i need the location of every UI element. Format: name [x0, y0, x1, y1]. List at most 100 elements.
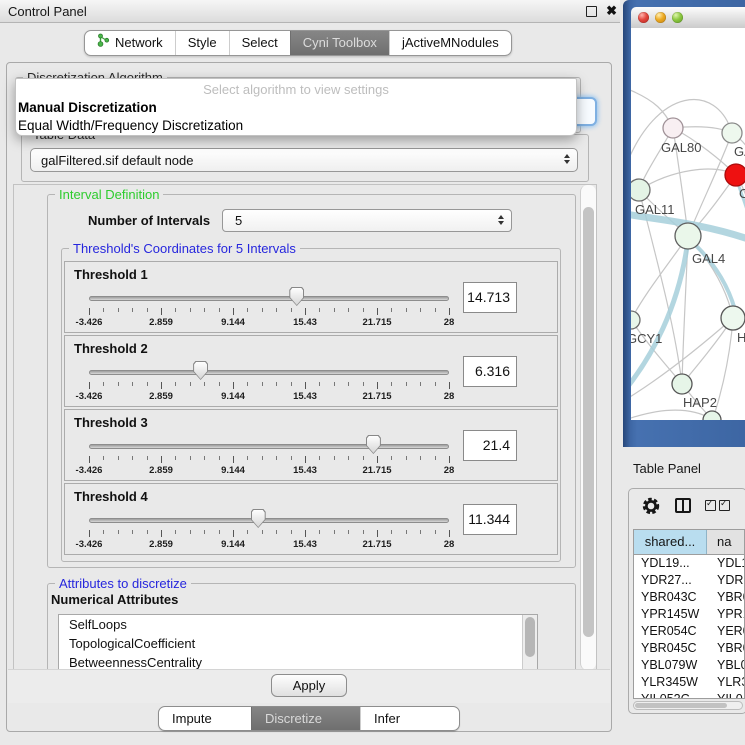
slider-track[interactable] — [89, 444, 449, 449]
slider-tick — [118, 456, 119, 460]
column-header-name[interactable]: na — [707, 530, 744, 554]
slider-tick — [89, 382, 90, 389]
slider-tick-label: 9.144 — [221, 391, 245, 402]
slider-tick — [276, 382, 277, 386]
network-node-hap2[interactable] — [672, 374, 692, 394]
network-node-gcy1[interactable] — [631, 311, 640, 329]
table-panel: shared... na YDL19...YDL1YDR27...YDR2YBR… — [628, 488, 745, 714]
slider-thumb[interactable] — [366, 435, 381, 454]
slider-thumb[interactable] — [193, 361, 208, 380]
slider-tick — [406, 308, 407, 312]
apply-button[interactable]: Apply — [271, 674, 347, 697]
close-icon[interactable]: ✖ — [606, 5, 617, 17]
tab-network[interactable]: Network — [85, 31, 175, 55]
float-window-icon[interactable] — [586, 6, 597, 17]
tab-cyni-toolbox[interactable]: Cyni Toolbox — [290, 31, 389, 55]
number-of-intervals-label: Number of Intervals — [88, 213, 210, 228]
table-row[interactable]: YIL052CYIL0 — [634, 691, 744, 699]
network-window-titlebar[interactable] — [631, 7, 745, 29]
table-data-group: Table Data galFiltered.sif default node — [21, 134, 589, 182]
slider-tick — [175, 456, 176, 460]
apply-bar: Apply — [8, 669, 610, 703]
table-data-combobox[interactable]: galFiltered.sif default node — [30, 148, 578, 172]
cell-shared-name: YIL052C — [634, 691, 706, 699]
panel-vertical-scrollbar[interactable] — [580, 185, 596, 670]
spinner-arrows-icon[interactable] — [498, 215, 504, 225]
table-row[interactable]: YBR043CYBR0 — [634, 589, 744, 606]
threshold-label: Threshold 3 — [74, 415, 148, 430]
threshold-value-field[interactable]: 11.344 — [463, 504, 517, 535]
table-panel-title: Table Panel — [633, 461, 701, 476]
slider-tick-label: 9.144 — [221, 465, 245, 476]
table-row[interactable]: YBR045CYBR0 — [634, 640, 744, 657]
close-traffic-light[interactable] — [638, 12, 649, 23]
tab-style[interactable]: Style — [175, 31, 229, 55]
cell-name: YIL0 — [706, 691, 744, 699]
slider-tick — [190, 456, 191, 460]
slider-track[interactable] — [89, 296, 449, 301]
table-row[interactable]: YLR345WYLR3 — [634, 674, 744, 691]
select-columns-checkboxes-icon[interactable] — [705, 500, 730, 511]
slider-tick — [247, 456, 248, 460]
attribute-item-betweennesscentrality[interactable]: BetweennessCentrality — [59, 653, 537, 670]
zoom-traffic-light[interactable] — [672, 12, 683, 23]
numerical-attributes-list[interactable]: SelfLoopsTopologicalCoefficientBetweenne… — [58, 614, 538, 670]
threshold-value-field[interactable]: 6.316 — [463, 356, 517, 387]
slider-tick-label: 9.144 — [221, 317, 245, 328]
network-node-gal80[interactable] — [663, 118, 683, 138]
slider-track[interactable] — [89, 518, 449, 523]
slider-tick — [449, 308, 450, 315]
tab-impute-data[interactable]: Impute Data — [159, 707, 251, 730]
table-row[interactable]: YDR27...YDR2 — [634, 572, 744, 589]
attributes-list-scrollbar-thumb[interactable] — [525, 617, 535, 657]
slider-track[interactable] — [89, 370, 449, 375]
tab-infer-network[interactable]: Infer Network — [360, 707, 459, 730]
slider-tick-label: 21.715 — [362, 391, 391, 402]
network-node-gal11[interactable] — [631, 179, 650, 201]
slider-tick — [219, 530, 220, 534]
tab-jactivemnodules[interactable]: jActiveMNodules — [389, 31, 511, 55]
slider-tick — [363, 456, 364, 460]
slider-tick — [118, 382, 119, 386]
network-node-ga[interactable] — [722, 123, 742, 143]
settings-gear-icon[interactable] — [641, 496, 661, 516]
threshold-value-field[interactable]: 14.713 — [463, 282, 517, 313]
minimize-traffic-light[interactable] — [655, 12, 666, 23]
table-horizontal-scrollbar[interactable] — [633, 701, 743, 710]
attributes-list-scrollbar[interactable] — [522, 615, 537, 669]
slider-tick — [391, 308, 392, 312]
algorithm-option-equal-width-frequency-discretization[interactable]: Equal Width/Frequency Discretization — [16, 117, 576, 135]
table-row[interactable]: YDL19...YDL1 — [634, 555, 744, 572]
network-node-c[interactable] — [725, 164, 745, 186]
tab-select[interactable]: Select — [229, 31, 290, 55]
tab-label: Cyni Toolbox — [303, 31, 377, 55]
threshold-value-field[interactable]: 21.4 — [463, 430, 517, 461]
network-node-gal4[interactable] — [675, 223, 701, 249]
network-node-h[interactable] — [721, 306, 745, 330]
column-chooser-icon[interactable] — [675, 498, 691, 513]
column-header-shared-name[interactable]: shared... — [634, 530, 707, 554]
table-row[interactable]: YER054CYER0 — [634, 623, 744, 640]
table-row[interactable]: YBL079WYBL0 — [634, 657, 744, 674]
attribute-item-topologicalcoefficient[interactable]: TopologicalCoefficient — [59, 634, 537, 653]
slider-tick — [161, 308, 162, 315]
slider-tick — [204, 456, 205, 460]
slider-tick — [348, 382, 349, 386]
slider-tick — [219, 456, 220, 460]
interval-definition-label: Interval Definition — [55, 187, 163, 202]
slider-thumb[interactable] — [251, 509, 266, 528]
algorithm-option-manual-discretization[interactable]: Manual Discretization — [16, 99, 576, 117]
table-row[interactable]: YPR145WYPR1 — [634, 606, 744, 623]
tab-discretize-data[interactable]: Discretize Data — [251, 707, 360, 730]
number-of-intervals-spinner[interactable]: 5 — [222, 209, 512, 232]
slider-tick — [319, 308, 320, 312]
slider-tick — [262, 382, 263, 386]
network-canvas[interactable]: GAL80GACGAL11GAL4GCY1HHAP2 — [631, 28, 745, 420]
slider-tick — [262, 530, 263, 534]
slider-tick — [363, 530, 364, 534]
slider-thumb[interactable] — [289, 287, 304, 306]
panel-vertical-scrollbar-thumb[interactable] — [583, 207, 594, 637]
attribute-item-selfloops[interactable]: SelfLoops — [59, 615, 537, 634]
slider-tick — [219, 382, 220, 386]
table-horizontal-scrollbar-thumb[interactable] — [635, 703, 727, 708]
